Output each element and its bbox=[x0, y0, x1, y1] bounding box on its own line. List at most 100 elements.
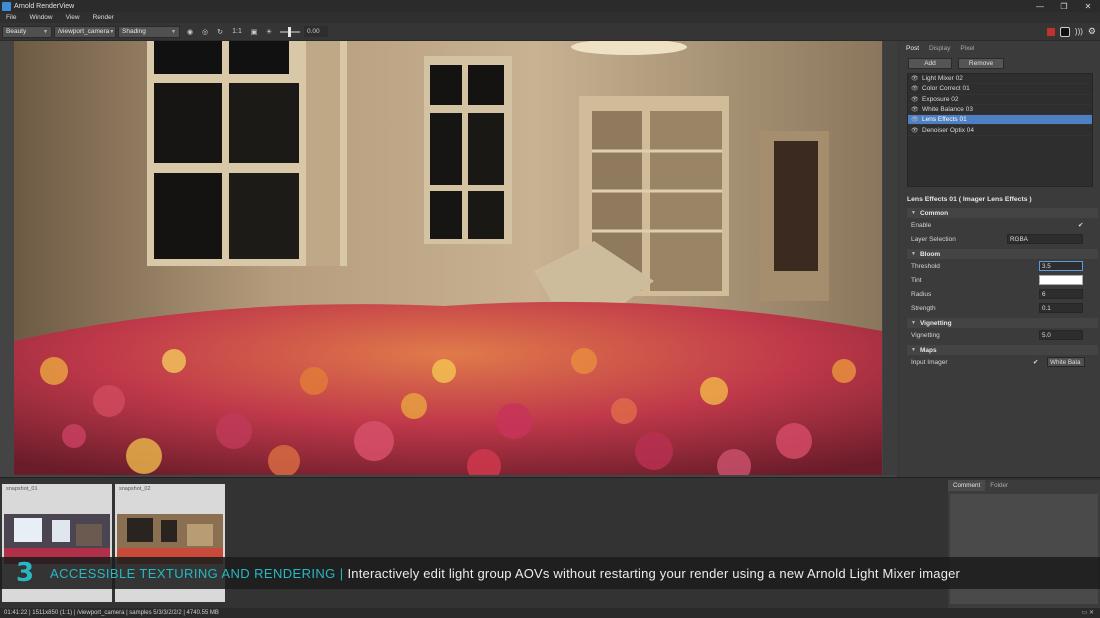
eye-icon[interactable]: 👁 bbox=[911, 85, 919, 92]
ipr-icon[interactable] bbox=[1059, 26, 1070, 37]
snapshot-icon[interactable]: ▭ ✕ bbox=[1082, 609, 1094, 616]
caption-banner: 3 ACCESSIBLE TEXTURING AND RENDERING | I… bbox=[0, 557, 1100, 589]
chevron-down-icon: ▼ bbox=[109, 28, 115, 35]
panel-tabs: Post Display Pixel bbox=[901, 41, 1100, 54]
group-header-maps[interactable]: ▼ Maps bbox=[907, 345, 1098, 355]
eye-icon[interactable]: 👁 bbox=[911, 96, 919, 103]
list-item-label: White Balance 03 bbox=[922, 106, 973, 114]
region-icon[interactable]: ◉ bbox=[185, 27, 195, 37]
menu-window[interactable]: Window bbox=[23, 14, 59, 21]
exposure-slider[interactable] bbox=[280, 26, 300, 37]
refresh-icon[interactable]: ↻ bbox=[215, 27, 225, 37]
input-imager-checkbox[interactable]: ✔ bbox=[1033, 358, 1038, 366]
tab-display[interactable]: Display bbox=[924, 43, 955, 54]
list-item-label: Denoiser Optix 04 bbox=[922, 126, 975, 134]
param-label: Tint bbox=[911, 276, 922, 284]
exposure-value[interactable]: 0.00 bbox=[304, 26, 328, 37]
post-panel: Post Display Pixel Add Remove 👁 Light Mix… bbox=[901, 41, 1100, 477]
param-label: Input Imager bbox=[911, 358, 948, 366]
caption-highlight: ACCESSIBLE TEXTURING AND RENDERING | bbox=[50, 565, 344, 581]
eye-icon[interactable]: 👁 bbox=[911, 127, 919, 134]
list-item[interactable]: 👁 Exposure 02 bbox=[908, 95, 1092, 105]
param-label: Strength bbox=[911, 304, 936, 312]
remove-imager-button[interactable]: Remove bbox=[958, 58, 1004, 69]
group-header-bloom[interactable]: ▼ Bloom bbox=[907, 249, 1098, 259]
param-input-imager: Input Imager ✔ White Bala bbox=[907, 355, 1098, 369]
eye-icon[interactable]: 👁 bbox=[911, 75, 919, 82]
shading-dropdown[interactable]: Shading ▼ bbox=[118, 25, 180, 38]
gear-icon[interactable]: ⚙ bbox=[1088, 26, 1096, 37]
group-title: Maps bbox=[919, 346, 937, 354]
input-imager-button[interactable]: White Bala bbox=[1047, 357, 1085, 367]
group-title: Common bbox=[919, 209, 949, 217]
status-bar: 01:41:22 | 1511x850 (1:1) | /viewport_ca… bbox=[0, 608, 1100, 618]
param-radius: Radius 6 bbox=[907, 287, 1098, 301]
eye-icon[interactable]: 👁 bbox=[911, 106, 919, 113]
menu-render[interactable]: Render bbox=[87, 14, 121, 21]
layer-selection-field[interactable]: RGBA bbox=[1007, 234, 1083, 244]
camera-dropdown-value: /viewport_camera bbox=[58, 28, 110, 35]
window-controls: — ❐ ✕ bbox=[1028, 0, 1100, 12]
vignetting-field[interactable]: 5.0 bbox=[1039, 330, 1083, 340]
group-header-vignetting[interactable]: ▼ Vignetting bbox=[907, 318, 1098, 328]
broadcast-icon[interactable]: ))) bbox=[1075, 27, 1083, 36]
list-item[interactable]: 👁 Light Mixer 02 bbox=[908, 74, 1092, 85]
param-label: Layer Selection bbox=[911, 235, 956, 243]
param-tint: Tint bbox=[907, 273, 1098, 287]
window-title: Arnold RenderView bbox=[14, 2, 75, 10]
list-item-label: Exposure 02 bbox=[922, 95, 959, 103]
toolbar: Beauty ▼ /viewport_camera ▼ Shading ▼ ◉ … bbox=[0, 23, 1100, 41]
tab-post[interactable]: Post bbox=[901, 43, 925, 54]
param-label: Radius bbox=[911, 290, 932, 298]
list-item[interactable]: 👁 Denoiser Optix 04 bbox=[908, 125, 1092, 136]
maximize-button[interactable]: ❐ bbox=[1052, 0, 1076, 12]
add-imager-button[interactable]: Add bbox=[908, 58, 952, 69]
list-item[interactable]: 👁 White Balance 03 bbox=[908, 105, 1092, 116]
menu-view[interactable]: View bbox=[60, 14, 87, 21]
group-title: Vignetting bbox=[919, 319, 952, 327]
caption-text: Interactively edit light group AOVs with… bbox=[347, 565, 961, 581]
eye-icon[interactable]: 👁 bbox=[911, 116, 919, 123]
enable-checkbox[interactable]: ✔ bbox=[1078, 221, 1083, 229]
display-icon[interactable]: ◎ bbox=[200, 27, 210, 37]
list-item-label: Color Correct 01 bbox=[922, 85, 970, 93]
render-controls: ))) ⚙ bbox=[1046, 26, 1096, 37]
imager-buttons: Add Remove bbox=[901, 54, 1100, 69]
param-enable: Enable ✔ bbox=[907, 218, 1098, 232]
title-bar: Arnold RenderView — ❐ ✕ bbox=[0, 0, 1100, 12]
menu-file[interactable]: File bbox=[0, 14, 23, 21]
collapse-icon: ▼ bbox=[911, 347, 916, 353]
frame-icon[interactable]: ▣ bbox=[249, 27, 259, 37]
list-item-label: Light Mixer 02 bbox=[922, 75, 963, 83]
camera-dropdown[interactable]: /viewport_camera ▼ bbox=[54, 25, 116, 38]
close-button[interactable]: ✕ bbox=[1076, 0, 1100, 12]
minimize-button[interactable]: — bbox=[1028, 0, 1052, 12]
render-viewport[interactable] bbox=[0, 41, 897, 477]
tab-folder[interactable]: Folder bbox=[985, 480, 1013, 491]
chevron-down-icon: ▼ bbox=[171, 28, 176, 35]
strength-field[interactable]: 0.1 bbox=[1039, 303, 1083, 313]
param-vignetting: Vignetting 5.0 bbox=[907, 328, 1098, 342]
aov-dropdown[interactable]: Beauty ▼ bbox=[2, 25, 52, 38]
collapse-icon: ▼ bbox=[911, 210, 916, 216]
list-item-selected[interactable]: 👁 Lens Effects 01 bbox=[908, 115, 1092, 126]
collapse-icon: ▼ bbox=[911, 251, 916, 257]
param-strength: Strength 0.1 bbox=[907, 301, 1098, 315]
group-title: Bloom bbox=[919, 250, 941, 258]
group-vignetting: ▼ Vignetting Vignetting 5.0 bbox=[907, 318, 1098, 342]
tint-color-swatch[interactable] bbox=[1039, 275, 1083, 285]
menu-bar: File Window View Render bbox=[0, 12, 1100, 23]
threshold-field[interactable]: 3.5 bbox=[1039, 261, 1083, 271]
param-label: Enable bbox=[911, 221, 932, 229]
param-label: Vignetting bbox=[911, 331, 940, 339]
tab-pixel[interactable]: Pixel bbox=[955, 43, 979, 54]
stop-render-button[interactable] bbox=[1046, 27, 1055, 36]
aov-dropdown-value: Beauty bbox=[6, 28, 27, 35]
param-label: Threshold bbox=[911, 262, 940, 270]
list-item[interactable]: 👁 Color Correct 01 bbox=[908, 84, 1092, 95]
zoom-ratio-button[interactable]: 1:1 bbox=[230, 27, 244, 37]
tab-comment[interactable]: Comment bbox=[948, 480, 986, 491]
radius-field[interactable]: 6 bbox=[1039, 289, 1083, 299]
group-header-common[interactable]: ▼ Common bbox=[907, 208, 1098, 218]
imager-list[interactable]: 👁 Light Mixer 02 👁 Color Correct 01 👁 Expos… bbox=[907, 73, 1093, 187]
